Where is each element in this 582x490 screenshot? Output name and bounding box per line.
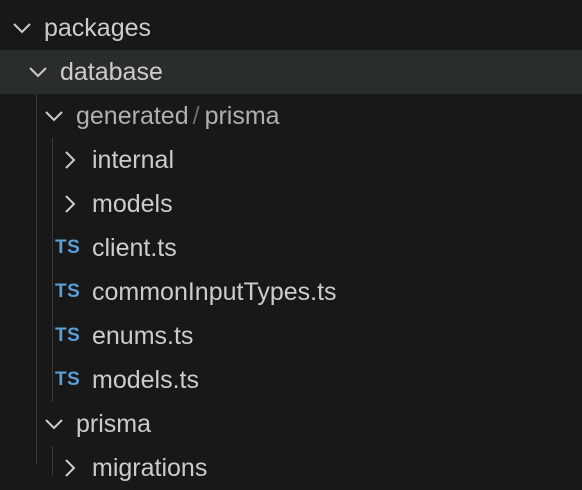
chevron-down-icon[interactable]: [24, 58, 52, 86]
indent-guide: [36, 94, 37, 464]
folder-label: internal: [92, 146, 174, 174]
tree-file-enums-ts[interactable]: TS enums.ts: [0, 314, 582, 358]
typescript-file-icon: TS: [55, 325, 81, 346]
chevron-right-icon[interactable]: [56, 146, 84, 174]
tree-folder-migrations[interactable]: migrations: [0, 446, 582, 490]
typescript-file-icon: TS: [55, 369, 81, 390]
chevron-right-icon[interactable]: [56, 190, 84, 218]
file-label: models.ts: [92, 366, 199, 394]
file-label: commonInputTypes.ts: [92, 278, 337, 306]
typescript-file-icon: TS: [55, 281, 81, 302]
folder-label-part: prisma: [204, 102, 280, 130]
tree-folder-packages[interactable]: packages: [0, 6, 582, 50]
indent-guide: [52, 138, 53, 402]
chevron-down-icon[interactable]: [40, 102, 68, 130]
tree-folder-generated-prisma[interactable]: generated / prisma: [0, 94, 582, 138]
folder-label-part: generated: [76, 102, 189, 130]
chevron-down-icon[interactable]: [8, 14, 36, 42]
file-explorer-tree: packages database generated / prisma inter…: [0, 6, 582, 490]
typescript-file-icon: TS: [55, 237, 81, 258]
folder-label: prisma: [76, 410, 152, 438]
tree-folder-models[interactable]: models: [0, 182, 582, 226]
folder-label: generated / prisma: [76, 94, 280, 138]
path-separator: /: [192, 102, 200, 130]
tree-file-client-ts[interactable]: TS client.ts: [0, 226, 582, 270]
tree-file-commoninputtypes-ts[interactable]: TS commonInputTypes.ts: [0, 270, 582, 314]
file-label: client.ts: [92, 234, 177, 262]
chevron-down-icon[interactable]: [40, 410, 68, 438]
tree-folder-prisma[interactable]: prisma: [0, 402, 582, 446]
indent-guide: [52, 446, 53, 476]
folder-label: packages: [44, 14, 152, 42]
folder-label: database: [60, 58, 163, 86]
folder-label: models: [92, 190, 173, 218]
tree-folder-database[interactable]: database: [0, 50, 582, 94]
tree-file-models-ts[interactable]: TS models.ts: [0, 358, 582, 402]
chevron-right-icon[interactable]: [56, 454, 84, 482]
folder-label: migrations: [92, 454, 208, 482]
file-label: enums.ts: [92, 322, 194, 350]
tree-folder-internal[interactable]: internal: [0, 138, 582, 182]
